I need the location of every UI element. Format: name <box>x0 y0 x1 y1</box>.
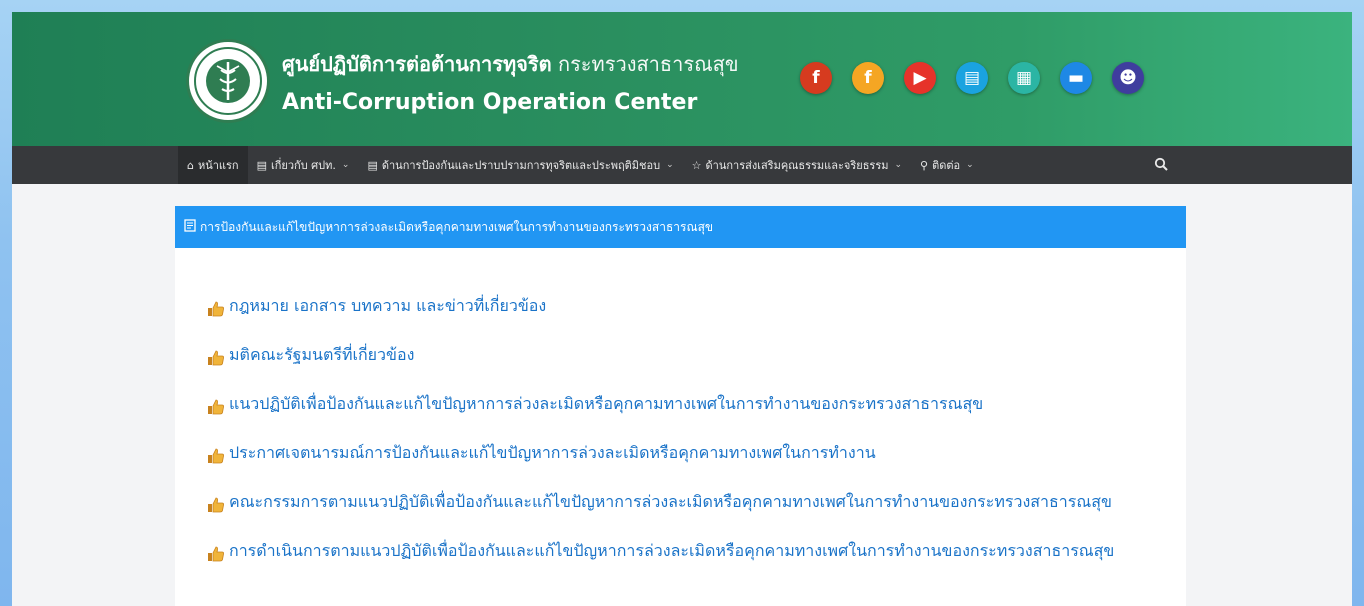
chevron-down-icon: ⌄ <box>894 160 903 170</box>
thumbs-up-icon <box>207 347 229 375</box>
chevron-down-icon: ⌄ <box>966 160 974 170</box>
nav-item-3[interactable]: ☆ ด้านการส่งเสริมคุณธรรมและจริยธรรม ⌄ <box>683 146 911 184</box>
main-navbar: ⌂ หน้าแรก ▤ เกี่ยวกับ ศปท. ⌄ ▤ ด้านการป้องกันแ… <box>12 146 1352 184</box>
search-icon[interactable] <box>1154 156 1168 175</box>
brand-title-english: Anti-Corruption Operation Center <box>282 90 698 115</box>
nav-item-1[interactable]: ▤ เกี่ยวกับ ศปท. ⌄ <box>248 146 359 184</box>
chevron-down-icon: ⌄ <box>666 160 674 170</box>
users-icon[interactable]: ☻ <box>1112 62 1144 94</box>
thumbs-up-icon <box>207 396 229 424</box>
list-item-link[interactable]: ประกาศเจตนารมณ์การป้องกันและแก้ไขปัญหากา… <box>207 439 1137 473</box>
site-header: ศูนย์ปฏิบัติการต่อต้านการทุจริต กระทรวงส… <box>12 12 1352 146</box>
nav-item-0[interactable]: ⌂ หน้าแรก <box>178 146 248 184</box>
link-text: คณะกรรมการตามแนวปฏิบัติเพื่อป้องกันและแก… <box>229 492 1112 511</box>
thumbs-up-icon <box>207 445 229 473</box>
thumbs-up-icon <box>207 298 229 326</box>
main-content: การป้องกันและแก้ไขปัญหาการล่วงละเมิดหรือ… <box>175 206 1186 606</box>
map-marker-icon: ⚲ <box>920 158 929 172</box>
thumbs-up-icon <box>207 494 229 522</box>
nav-item-label: ติดต่อ <box>932 159 961 172</box>
list-item-link[interactable]: มติคณะรัฐมนตรีที่เกี่ยวข้อง <box>207 341 1137 375</box>
brand-org-thai: กระทรวงสาธารณสุข <box>557 52 739 76</box>
facebook-alt-icon[interactable]: f <box>852 62 884 94</box>
gallery-icon[interactable]: ▦ <box>1008 62 1040 94</box>
youtube-icon[interactable]: ▶ <box>904 62 936 94</box>
nav-menu: ⌂ หน้าแรก ▤ เกี่ยวกับ ศปท. ⌄ ▤ ด้านการป้องกันแ… <box>178 146 983 184</box>
list-item-link[interactable]: กฎหมาย เอกสาร บทความ และข่าวที่เกี่ยวข้อ… <box>207 292 1137 326</box>
nav-item-label: ด้านการป้องกันและปราบปรามการทุจริตและประ… <box>381 159 661 172</box>
nav-item-4[interactable]: ⚲ ติดต่อ ⌄ <box>911 146 983 184</box>
social-icons: f f ▶ ▤ ▦ ▬ ☻ <box>800 62 1144 94</box>
clipboard-icon[interactable]: ▤ <box>956 62 988 94</box>
folder-icon[interactable]: ▬ <box>1060 62 1092 94</box>
link-list: กฎหมาย เอกสาร บทความ และข่าวที่เกี่ยวข้อ… <box>175 248 1186 571</box>
nav-item-label: หน้าแรก <box>197 159 239 172</box>
nav-item-label: เกี่ยวกับ ศปท. <box>271 159 336 172</box>
link-text: มติคณะรัฐมนตรีที่เกี่ยวข้อง <box>229 345 415 364</box>
chevron-down-icon: ⌄ <box>341 160 350 170</box>
link-text: แนวปฏิบัติเพื่อป้องกันและแก้ไขปัญหาการล่… <box>229 394 984 413</box>
star-icon: ☆ <box>691 158 702 172</box>
link-text: ประกาศเจตนารมณ์การป้องกันและแก้ไขปัญหากา… <box>229 443 876 462</box>
list-item-link[interactable]: การดำเนินการตามแนวปฏิบัติเพื่อป้องกันและ… <box>207 537 1137 571</box>
link-text: การดำเนินการตามแนวปฏิบัติเพื่อป้องกันและ… <box>229 541 1115 560</box>
site-brand[interactable]: ศูนย์ปฏิบัติการต่อต้านการทุจริต กระทรวงส… <box>282 48 739 115</box>
nav-item-2[interactable]: ▤ ด้านการป้องกันและปราบปรามการทุจริตและปร… <box>358 146 682 184</box>
list-item-link[interactable]: แนวปฏิบัติเพื่อป้องกันและแก้ไขปัญหาการล่… <box>207 390 1137 424</box>
brand-title-thai-bold: ศูนย์ปฏิบัติการต่อต้านการทุจริต <box>282 52 552 76</box>
ministry-of-public-health-seal-icon[interactable] <box>186 39 270 123</box>
document-icon <box>184 219 196 235</box>
thumbs-up-icon <box>207 543 229 571</box>
page-frame: ศูนย์ปฏิบัติการต่อต้านการทุจริต กระทรวงส… <box>12 12 1352 606</box>
home-icon: ⌂ <box>187 158 194 172</box>
section-title: การป้องกันและแก้ไขปัญหาการล่วงละเมิดหรือ… <box>200 219 714 234</box>
list-item-link[interactable]: คณะกรรมการตามแนวปฏิบัติเพื่อป้องกันและแก… <box>207 488 1137 522</box>
doc-icon: ▤ <box>256 158 267 172</box>
nav-item-label: ด้านการส่งเสริมคุณธรรมและจริยธรรม <box>705 159 889 172</box>
doc-icon: ▤ <box>367 158 378 172</box>
link-text: กฎหมาย เอกสาร บทความ และข่าวที่เกี่ยวข้อ… <box>229 296 547 315</box>
facebook-icon[interactable]: f <box>800 62 832 94</box>
section-title-bar: การป้องกันและแก้ไขปัญหาการล่วงละเมิดหรือ… <box>175 206 1186 248</box>
brand-title-thai: ศูนย์ปฏิบัติการต่อต้านการทุจริต กระทรวงส… <box>282 48 739 80</box>
